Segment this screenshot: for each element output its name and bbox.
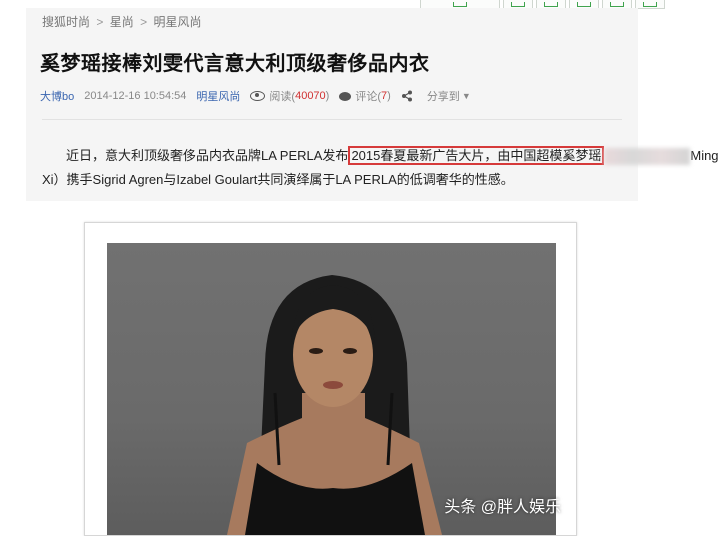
- breadcrumb-item[interactable]: 明星风尚: [153, 15, 201, 29]
- breadcrumb-separator: >: [140, 15, 148, 29]
- comments-close[interactable]: ): [387, 90, 391, 102]
- blurred-region: [604, 148, 691, 166]
- model-illustration: [227, 275, 442, 535]
- breadcrumb-item[interactable]: 星尚: [110, 15, 134, 29]
- channel-link[interactable]: 明星风尚: [196, 88, 240, 104]
- breadcrumb: 搜狐时尚 > 星尚 > 明星风尚: [42, 13, 201, 30]
- article-title: 奚梦瑶接棒刘雯代言意大利顶级奢侈品内衣: [40, 53, 430, 75]
- caret-down-icon[interactable]: ▼: [462, 91, 471, 101]
- body-line1-suffix: Ming: [690, 148, 718, 163]
- share-label[interactable]: 分享到: [427, 88, 460, 104]
- publish-datetime: 2014-12-16 10:54:54: [84, 90, 187, 102]
- comments-label[interactable]: 评论(: [355, 88, 381, 104]
- views-close: ): [325, 90, 330, 102]
- article-body: 近日，意大利顶级奢侈品内衣品牌LA PERLA发布 2015春夏最新广告大片，由中…: [42, 144, 718, 192]
- eye-icon: [250, 91, 266, 101]
- photo-frame: 头条 @胖人娱乐: [84, 222, 577, 536]
- body-line1-prefix: 近日，意大利顶级奢侈品内衣品牌LA PERLA发布: [66, 148, 349, 163]
- model-photo: [107, 243, 556, 535]
- share-icon[interactable]: [401, 90, 413, 102]
- article-meta: 大博bo 2014-12-16 10:54:54 明星风尚 阅读(40070) …: [40, 88, 471, 104]
- divider: [42, 119, 622, 120]
- breadcrumb-item[interactable]: 搜狐时尚: [42, 15, 90, 29]
- author-link[interactable]: 大博bo: [40, 88, 74, 104]
- views-label: 阅读(: [269, 91, 296, 103]
- toolbar-button[interactable]: [635, 0, 665, 9]
- highlighted-text: 2015春夏最新广告大片，由中国超模奚梦瑶: [348, 146, 605, 165]
- breadcrumb-separator: >: [96, 15, 104, 29]
- watermark: 头条 @胖人娱乐: [444, 499, 561, 516]
- views-count: 40070: [295, 90, 326, 102]
- body-line2: Xi）携手Sigrid Agren与Izabel Goulart共同演绎属于LA…: [42, 172, 514, 187]
- article-screenshot: 搜狐时尚 > 星尚 > 明星风尚 奚梦瑶接棒刘雯代言意大利顶级奢侈品内衣 大博b…: [26, 8, 718, 201]
- comment-icon: [339, 91, 352, 101]
